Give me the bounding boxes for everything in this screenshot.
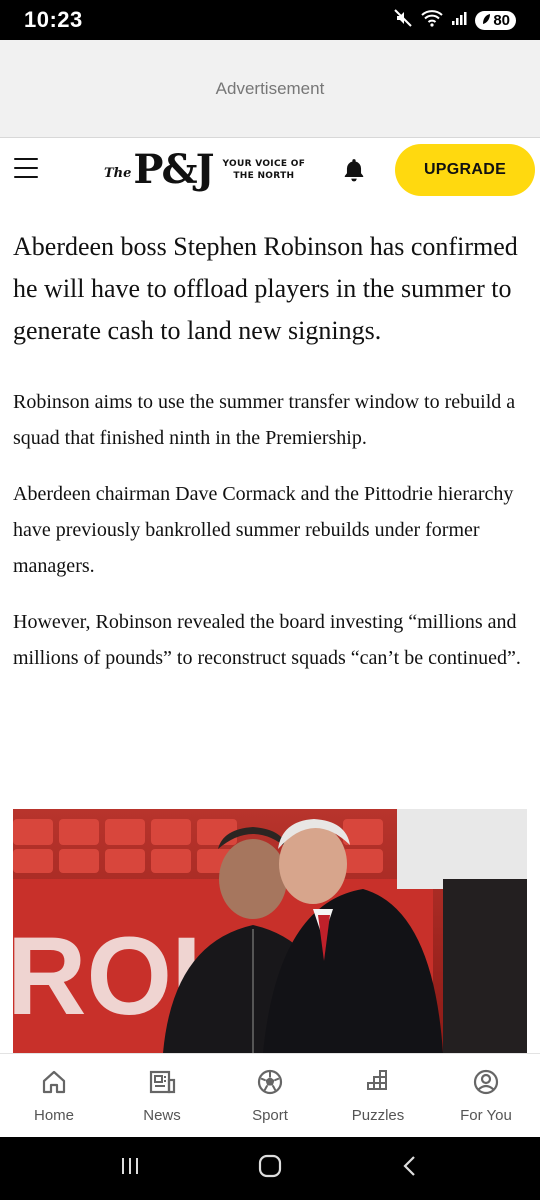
status-bar: 10:23 80	[0, 0, 540, 40]
advertisement-label: Advertisement	[215, 78, 325, 98]
nav-item-for-you[interactable]: For You	[432, 1054, 540, 1137]
nav-item-home[interactable]: Home	[0, 1054, 108, 1137]
battery-indicator: 80	[475, 10, 516, 30]
nav-item-puzzles[interactable]: Puzzles	[324, 1054, 432, 1137]
logo-tagline: YOUR VOICE OF THE NORTH	[223, 158, 306, 182]
nav-label-news: News	[143, 1106, 181, 1124]
signal-icon	[451, 10, 467, 31]
site-logo[interactable]: The P&J YOUR VOICE OF THE NORTH	[104, 146, 305, 193]
nav-label-home: Home	[33, 1106, 74, 1124]
battery-level: 80	[493, 11, 510, 29]
nav-label-for-you: For You	[460, 1106, 512, 1124]
article-paragraph: However, Robinson revealed the board inv…	[13, 611, 521, 669]
tagline-line1: YOUR VOICE OF	[222, 158, 306, 169]
mute-icon	[393, 8, 413, 33]
upgrade-button[interactable]: UPGRADE	[395, 144, 535, 196]
football-icon	[256, 1068, 284, 1101]
logo-mark: The P&J	[104, 146, 215, 193]
article-paragraph: Robinson aims to use the summer transfer…	[13, 391, 516, 449]
user-circle-icon	[472, 1068, 500, 1101]
battery-leaf-icon	[481, 12, 491, 29]
wifi-icon	[421, 9, 443, 32]
nav-label-sport: Sport	[252, 1106, 288, 1124]
home-icon	[40, 1068, 68, 1101]
back-icon[interactable]	[398, 1154, 422, 1183]
article-photo[interactable]: ROU	[13, 809, 527, 1053]
logo-pj: P&J	[133, 146, 214, 193]
site-header: The P&J YOUR VOICE OF THE NORTH UPGRADE	[0, 138, 540, 204]
status-time: 10:23	[24, 7, 83, 32]
system-navigation-bar	[0, 1137, 540, 1200]
hamburger-menu-icon[interactable]	[14, 158, 38, 178]
recent-apps-icon[interactable]	[118, 1154, 142, 1183]
article-paragraph: Aberdeen chairman Dave Cormack and the P…	[13, 483, 514, 577]
bell-icon[interactable]	[341, 157, 367, 183]
nav-item-news[interactable]: News	[108, 1054, 216, 1137]
status-icons: 80	[393, 8, 516, 33]
article-lede: Aberdeen boss Stephen Robinson has confi…	[13, 232, 518, 345]
puzzle-icon	[364, 1068, 392, 1101]
home-button-icon[interactable]	[257, 1153, 283, 1184]
tagline-line2: THE NORTH	[233, 170, 295, 181]
logo-the: The	[104, 166, 132, 181]
advertisement-banner[interactable]: Advertisement	[0, 40, 540, 138]
article-body: Aberdeen boss Stephen Robinson has confi…	[0, 204, 540, 676]
nav-item-sport[interactable]: Sport	[216, 1054, 324, 1137]
news-icon	[148, 1068, 176, 1101]
bottom-navigation: Home News Sport Puzzles For You	[0, 1053, 540, 1137]
nav-label-puzzles: Puzzles	[351, 1106, 405, 1124]
